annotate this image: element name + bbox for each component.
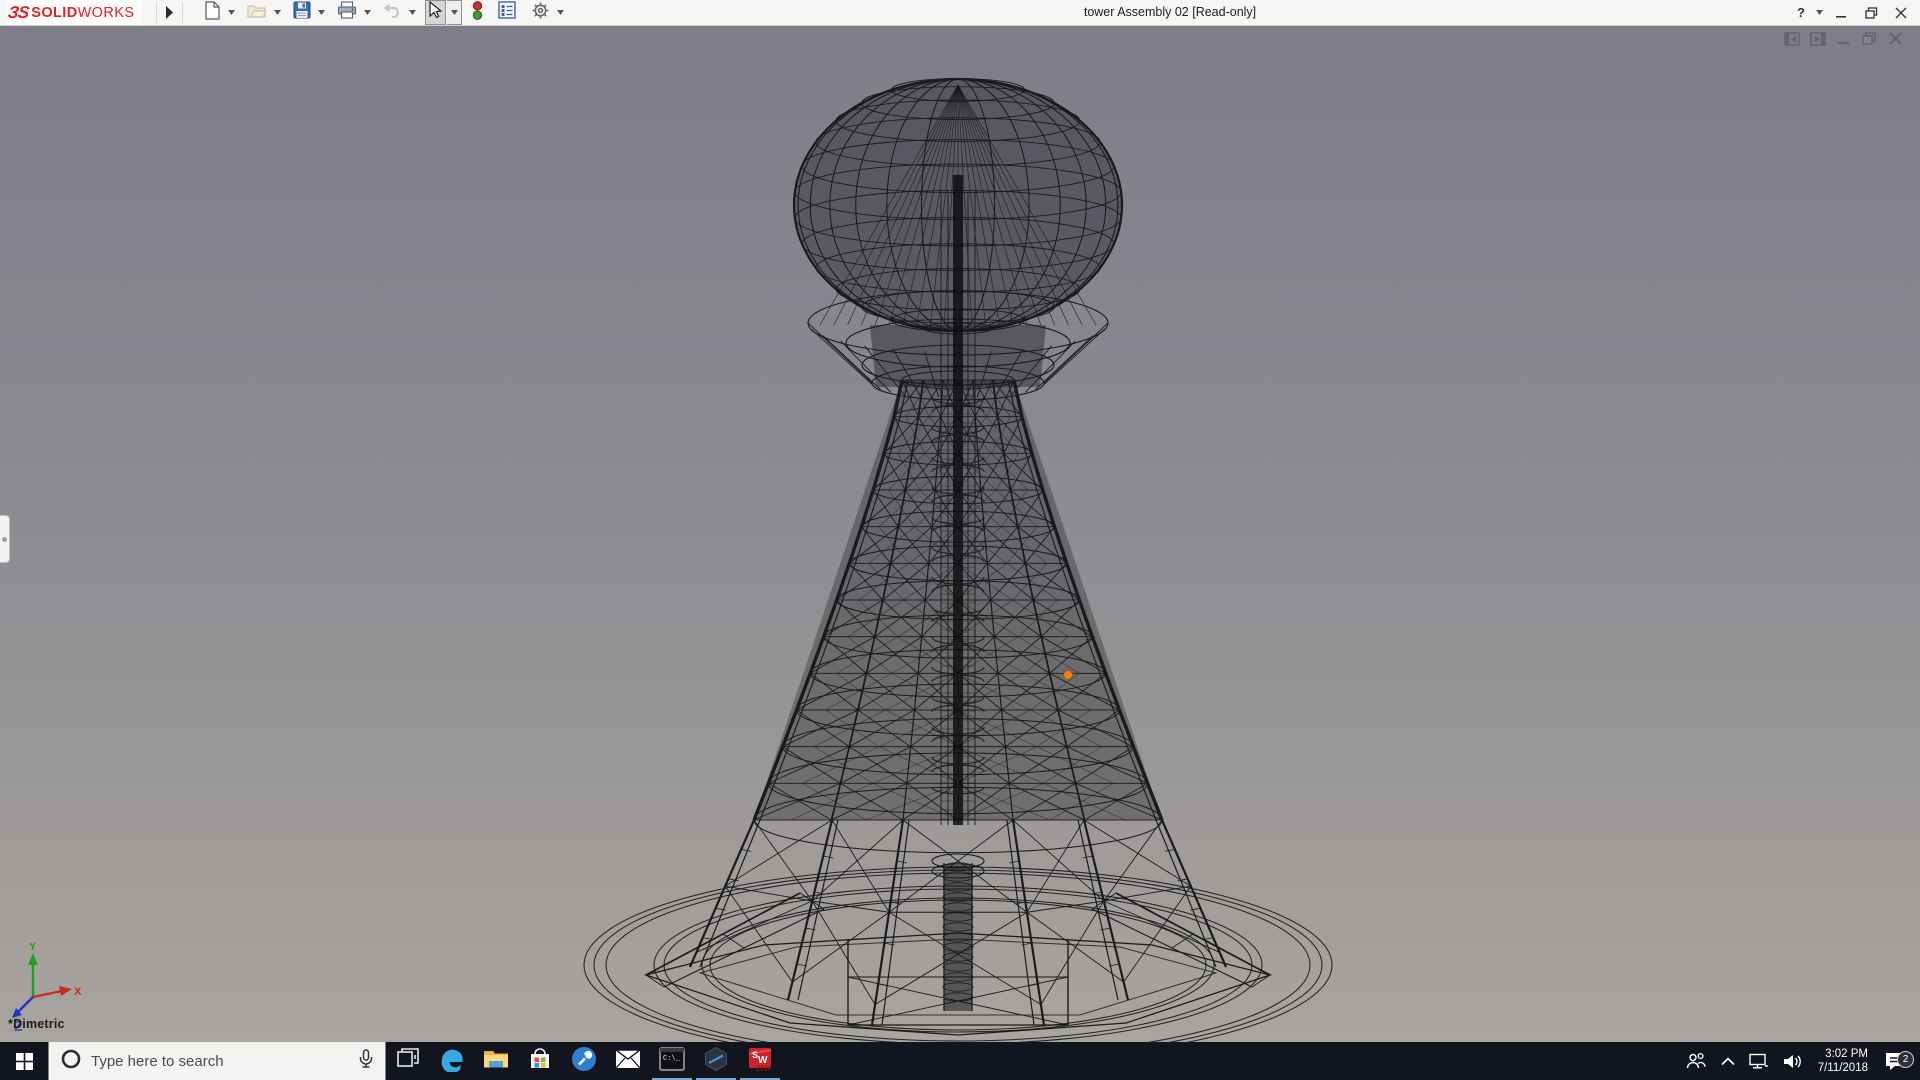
solidworks-logo-glyph: ЗS	[7, 3, 30, 23]
search-input[interactable]: Type here to search	[48, 1042, 386, 1080]
clock[interactable]: 3:02 PM 7/11/2018	[1810, 1047, 1876, 1075]
toolbar-flyout-arrow[interactable]	[160, 3, 178, 22]
taskbar: Type here to search C:\_ SW2017 3:02 PM 7…	[0, 1042, 1920, 1080]
separator	[156, 2, 157, 23]
save-icon	[293, 1, 311, 24]
mail-taskbar-button[interactable]	[606, 1042, 650, 1080]
open-caret[interactable]	[271, 1, 283, 24]
search-placeholder: Type here to search	[91, 1053, 357, 1070]
hexagon-app-icon	[703, 1046, 729, 1077]
rebuild-icon	[472, 1, 483, 25]
triad-y-label: Y	[29, 941, 37, 953]
restore-button[interactable]	[1858, 2, 1884, 24]
print-icon	[337, 1, 357, 24]
chevron-up-icon[interactable]	[1714, 1042, 1742, 1080]
command-prompt-taskbar-button[interactable]: C:\_	[650, 1042, 694, 1080]
svg-text:W: W	[758, 1055, 768, 1066]
panel-tab-dot	[2, 537, 7, 542]
file-explorer-icon	[483, 1048, 509, 1075]
print-button[interactable]	[334, 0, 360, 25]
clock-time: 3:02 PM	[1825, 1047, 1868, 1061]
store-taskbar-button[interactable]	[518, 1042, 562, 1080]
settings-wrench-taskbar-button[interactable]	[562, 1042, 606, 1080]
select-icon	[428, 1, 443, 24]
people-icon[interactable]	[1678, 1042, 1714, 1080]
options-caret[interactable]	[554, 1, 566, 24]
svg-text:2017: 2017	[755, 1066, 773, 1072]
triad-x-label: X	[74, 986, 82, 998]
task-view-taskbar-button[interactable]	[386, 1042, 430, 1080]
save-caret[interactable]	[315, 1, 327, 24]
solidworks-2017-icon: SW2017	[747, 1046, 773, 1077]
solidworks-2017-taskbar-button[interactable]: SW2017	[738, 1042, 782, 1080]
edge-taskbar-button[interactable]	[430, 1042, 474, 1080]
document-window-controls	[1783, 31, 1904, 46]
new-document-button[interactable]	[201, 0, 224, 25]
mail-icon	[615, 1049, 641, 1074]
file-explorer-taskbar-button[interactable]	[474, 1042, 518, 1080]
file-properties-icon	[498, 1, 516, 24]
clock-date: 7/11/2018	[1818, 1061, 1868, 1075]
file-properties-button[interactable]	[495, 0, 519, 25]
window-title: tower Assembly 02 [Read-only]	[1020, 0, 1320, 25]
selection-point[interactable]	[1064, 671, 1073, 680]
volume-icon[interactable]	[1776, 1042, 1810, 1080]
undo-caret[interactable]	[406, 1, 418, 24]
options-button[interactable]	[528, 0, 553, 25]
edge-icon	[439, 1046, 465, 1077]
doc-restore-button[interactable]	[1861, 31, 1878, 46]
solidworks-logo: ЗS SOLIDWORKS	[6, 0, 142, 25]
dock-pane-left-icon[interactable]	[1783, 31, 1800, 46]
main-toolbar	[200, 0, 572, 25]
settings-wrench-icon	[571, 1046, 597, 1077]
minimize-button[interactable]	[1828, 2, 1854, 24]
new-document-icon	[204, 1, 221, 25]
view-orientation-label: *Dimetric	[8, 1017, 65, 1031]
print-caret[interactable]	[361, 1, 373, 24]
title-bar: ЗS SOLIDWORKS tower Assembly 02 [Read-on…	[0, 0, 1920, 26]
cortana-icon	[61, 1049, 81, 1074]
start-button[interactable]	[0, 1042, 48, 1080]
select-button[interactable]	[425, 0, 446, 25]
store-icon	[528, 1047, 552, 1076]
help-caret[interactable]	[1814, 10, 1824, 15]
hexagon-app-taskbar-button[interactable]	[694, 1042, 738, 1080]
open-icon	[247, 2, 267, 24]
action-center-button[interactable]: 2	[1876, 1050, 1920, 1072]
task-view-icon	[396, 1047, 420, 1076]
rebuild-button[interactable]	[469, 0, 486, 25]
undo-icon	[383, 2, 402, 23]
viewport-canvas[interactable]: YX *Dimetric	[0, 25, 1920, 1042]
taskbar-apps: C:\_ SW2017	[386, 1042, 782, 1080]
network-icon[interactable]	[1742, 1042, 1776, 1080]
doc-close-button[interactable]	[1887, 31, 1904, 46]
save-button[interactable]	[290, 0, 314, 25]
screen: { "window": { "title": "tower Assembly 0…	[0, 0, 1920, 1080]
open-button[interactable]	[244, 0, 270, 25]
options-icon	[531, 1, 550, 25]
close-button[interactable]	[1888, 2, 1914, 24]
separator	[182, 2, 183, 23]
panel-expand-tab[interactable]	[0, 515, 10, 563]
help-button[interactable]: ?	[1792, 2, 1810, 24]
window-controls: ?	[1792, 0, 1914, 25]
svg-text:C:\_: C:\_	[663, 1055, 681, 1063]
tower-wireframe-model[interactable]: YX	[0, 25, 1920, 1042]
new-document-caret[interactable]	[225, 1, 237, 24]
command-prompt-icon: C:\_	[659, 1047, 685, 1076]
microphone-icon[interactable]	[357, 1049, 375, 1074]
dock-pane-right-icon[interactable]	[1809, 31, 1826, 46]
doc-minimize-button[interactable]	[1835, 31, 1852, 46]
undo-button[interactable]	[380, 0, 405, 25]
system-tray: 3:02 PM 7/11/2018 2	[1678, 1042, 1920, 1080]
select-caret[interactable]	[447, 0, 462, 25]
notification-badge: 2	[1897, 1051, 1914, 1068]
